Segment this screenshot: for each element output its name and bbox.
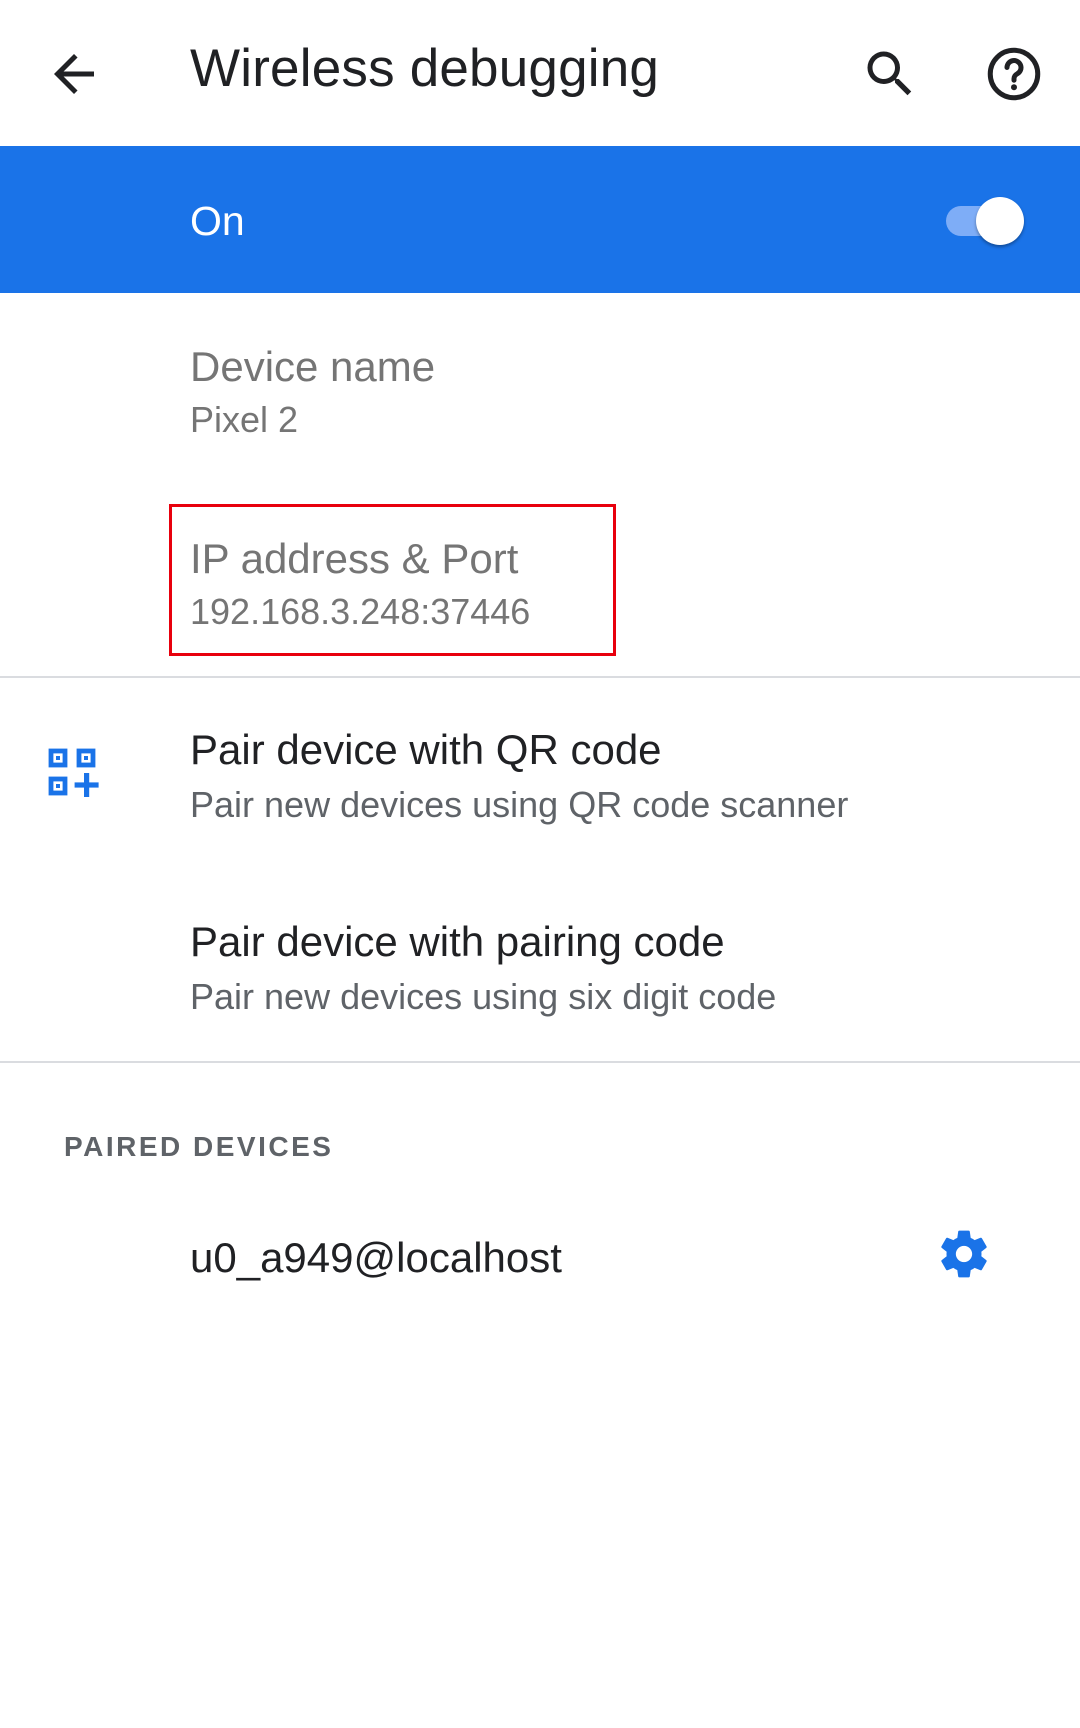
pair-pairing-code-preference[interactable]: Pair device with pairing code Pair new d… — [0, 870, 1080, 1062]
ip-port-highlight-box — [169, 504, 616, 656]
page-title: Wireless debugging — [190, 39, 660, 98]
pair-qr-code-preference[interactable]: Pair device with QR code Pair new device… — [0, 678, 1080, 870]
paired-devices-header: PAIRED DEVICES — [64, 1131, 334, 1162]
main-switch-bar[interactable]: On — [0, 146, 1080, 293]
arrow-back-icon[interactable] — [44, 44, 104, 104]
divider — [0, 1061, 1080, 1063]
toggle-thumb — [976, 197, 1024, 245]
main-switch-label: On — [190, 198, 245, 244]
app-bar: Wireless debugging — [0, 0, 1080, 146]
paired-device-row[interactable]: u0_a949@localhost — [0, 1190, 1080, 1320]
device-name-preference: Device name Pixel 2 — [0, 293, 1080, 485]
qr-code-add-icon — [48, 748, 100, 800]
search-icon[interactable] — [860, 44, 920, 104]
device-name-value: Pixel 2 — [190, 399, 299, 440]
paired-device-name: u0_a949@localhost — [190, 1234, 562, 1281]
wireless-debugging-toggle[interactable] — [944, 194, 1032, 246]
help-icon[interactable] — [984, 44, 1044, 104]
pair-code-title: Pair device with pairing code — [190, 918, 725, 965]
device-name-title: Device name — [190, 343, 436, 390]
settings-gear-icon[interactable] — [936, 1226, 992, 1282]
pair-qr-summary: Pair new devices using QR code scanner — [190, 784, 849, 825]
pair-code-summary: Pair new devices using six digit code — [190, 976, 777, 1017]
pair-qr-title: Pair device with QR code — [190, 726, 662, 773]
